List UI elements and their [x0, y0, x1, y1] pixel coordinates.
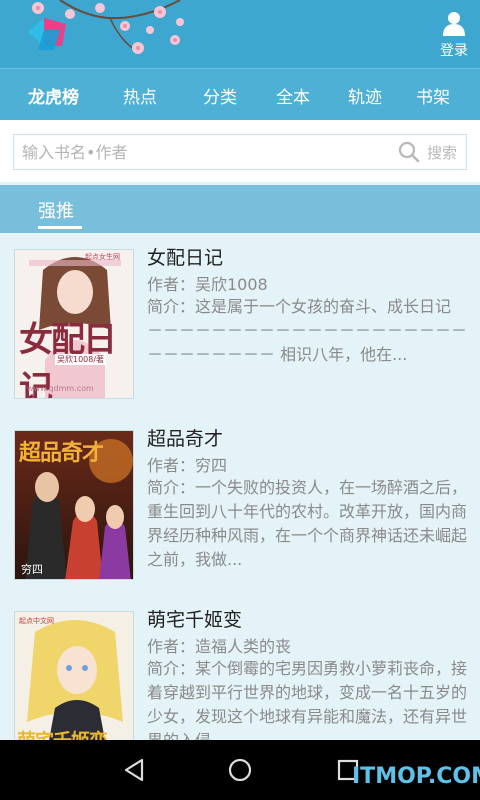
search-icon: [398, 141, 420, 163]
watermark: ITMOP.COM: [352, 764, 480, 789]
book-cover[interactable]: 女配日记 吴欣1008/著 www.qdmm.com 起点女生网: [14, 249, 134, 399]
book-title: 萌宅千姬变: [147, 609, 243, 631]
tab-category[interactable]: 分类: [203, 83, 237, 108]
user-icon: [443, 12, 465, 36]
cover-site: www.qdmm.com: [27, 384, 94, 393]
book-item[interactable]: 超品奇才 穷四 超品奇才 作者：穷四 简介：一个失败的投资人，在一场醉酒之后，重…: [0, 414, 480, 594]
cover-author-tag: 穷四: [21, 563, 43, 576]
cover-brand: 起点女生网: [85, 253, 120, 261]
cover-brand: 起点中文网: [19, 617, 54, 625]
book-description: 简介：这是属于一个女孩的奋斗、成长日记 －－－－－－－－－－－－－－－－－－－－…: [147, 297, 467, 364]
book-item[interactable]: 萌宅千姬变 起点中文网 萌宅千姬变 作者：造福人类的丧 简介：某个倒霉的宅男因勇…: [0, 595, 480, 740]
search-button-label: 搜索: [426, 143, 457, 162]
login-button[interactable]: 登录: [434, 10, 474, 62]
search-bar: 搜索: [0, 120, 480, 182]
book-cover[interactable]: 超品奇才 穷四: [14, 430, 134, 580]
book-list: 女配日记 吴欣1008/著 www.qdmm.com 起点女生网 女配日记 作者…: [0, 233, 480, 740]
tab-bookshelf[interactable]: 书架: [416, 83, 450, 108]
book-author: 作者：造福人类的丧: [147, 637, 292, 656]
app-header: 登录: [0, 0, 480, 68]
book-author: 作者：穷四: [147, 456, 228, 475]
cover-title-art: 萌宅千姬变: [17, 726, 108, 740]
book-item[interactable]: 女配日记 吴欣1008/著 www.qdmm.com 起点女生网 女配日记 作者…: [0, 233, 480, 413]
section-underline: [38, 226, 82, 229]
book-cover-image: [15, 612, 133, 740]
section-header: 强推: [0, 185, 480, 233]
book-author: 作者：吴欣1008: [147, 275, 268, 294]
login-label: 登录: [440, 43, 468, 59]
tab-complete[interactable]: 全本: [276, 83, 310, 108]
tab-bar: 龙虎榜 热点 分类 全本 轨迹 书架: [0, 68, 480, 120]
book-description: 简介：一个失败的投资人，在一场醉酒之后，重生回到八十年代的农村。改革开放，国内商…: [147, 478, 467, 569]
search-input[interactable]: [13, 134, 389, 170]
cover-title-art: 超品奇才: [19, 441, 104, 466]
app-logo-icon: [28, 18, 66, 50]
tab-longhubang[interactable]: 龙虎榜: [28, 83, 79, 108]
back-icon[interactable]: [120, 756, 148, 784]
tab-history[interactable]: 轨迹: [348, 83, 382, 108]
section-title: 强推: [38, 201, 74, 222]
cover-author-tag: 吴欣1008/著: [55, 354, 107, 365]
book-cover[interactable]: 萌宅千姬变 起点中文网: [14, 611, 134, 740]
book-title: 超品奇才: [147, 428, 224, 450]
book-title: 女配日记: [147, 247, 224, 269]
tab-hot[interactable]: 热点: [123, 83, 157, 108]
book-description: 简介：某个倒霉的宅男因勇救小萝莉丧命，接着穿越到平行世界的地球，变成一名十五岁的…: [147, 659, 467, 740]
search-button[interactable]: 搜索: [388, 134, 467, 170]
home-icon[interactable]: [226, 756, 254, 784]
